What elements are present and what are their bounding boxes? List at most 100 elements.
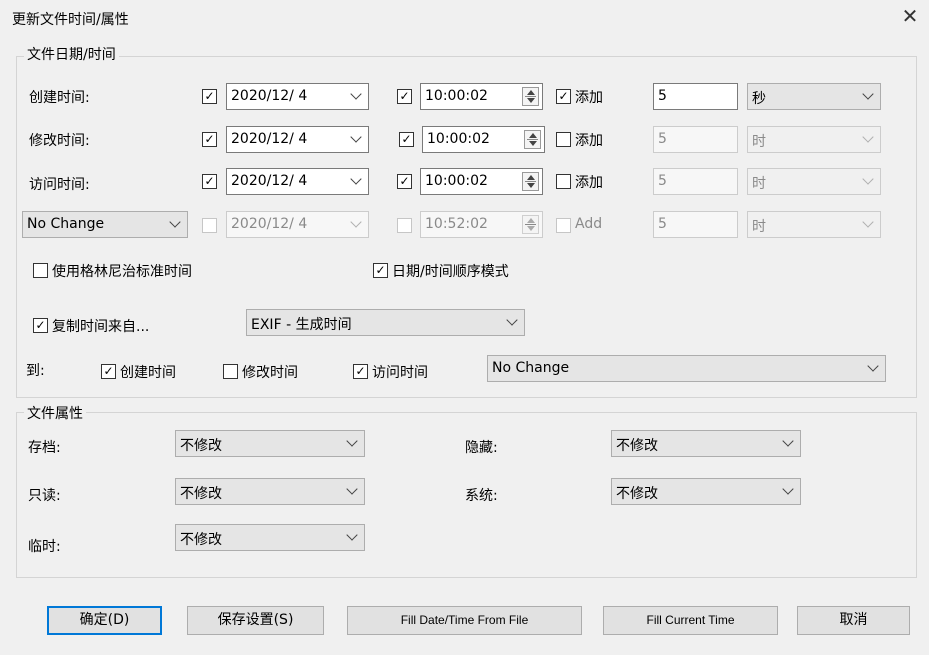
access-amount-value: 5 <box>658 173 667 189</box>
modify-time-label: 修改时间: <box>29 133 90 149</box>
chevron-down-icon <box>346 529 358 541</box>
to-label: 到: <box>26 363 45 379</box>
create-unit-select[interactable]: 秒 <box>747 83 881 110</box>
use-gmt-label: 使用格林尼治标准时间 <box>52 264 192 280</box>
cancel-button[interactable]: 取消 <box>797 606 910 635</box>
create-time-label: 创建时间: <box>29 90 90 106</box>
chevron-down-icon <box>350 216 362 228</box>
chevron-down-icon <box>169 216 181 228</box>
access-date-checkbox[interactable]: ✓ <box>202 174 217 189</box>
to-access-checkbox[interactable]: ✓ <box>353 364 368 379</box>
modify-unit-select[interactable]: 时 <box>747 126 881 153</box>
time-spinner-icon[interactable] <box>522 215 539 234</box>
chevron-down-icon <box>862 216 874 228</box>
save-settings-button[interactable]: 保存设置(S) <box>187 606 324 635</box>
create-unit-value: 秒 <box>752 91 766 107</box>
row4-date-picker[interactable]: 2020/12/ 4 <box>226 211 369 238</box>
access-time-label: 访问时间: <box>29 177 90 193</box>
create-amount-value: 5 <box>658 88 667 104</box>
chevron-down-icon <box>346 435 358 447</box>
modify-time-checkbox[interactable]: ✓ <box>399 132 414 147</box>
chevron-down-icon <box>782 435 794 447</box>
row4-time-checkbox[interactable] <box>397 218 412 233</box>
access-unit-value: 时 <box>752 176 766 192</box>
chevron-down-icon <box>782 483 794 495</box>
use-gmt-checkbox[interactable] <box>33 263 48 278</box>
access-unit-select[interactable]: 时 <box>747 168 881 195</box>
readonly-label: 只读: <box>28 488 61 504</box>
system-select[interactable]: 不修改 <box>611 478 801 505</box>
date-time-group-title: 文件日期/时间 <box>24 44 119 64</box>
archive-value: 不修改 <box>180 438 222 454</box>
access-date-value: 2020/12/ 4 <box>231 173 308 189</box>
access-time-value: 10:00:02 <box>425 173 488 189</box>
fill-from-file-button[interactable]: Fill Date/Time From File <box>347 606 582 635</box>
modify-time-picker[interactable]: 10:00:02 <box>422 126 545 153</box>
time-spinner-icon[interactable] <box>522 172 539 191</box>
access-time-checkbox[interactable]: ✓ <box>397 174 412 189</box>
access-add-label: 添加 <box>575 175 603 191</box>
create-date-picker[interactable]: 2020/12/ 4 <box>226 83 369 110</box>
temporary-select[interactable]: 不修改 <box>175 524 365 551</box>
hidden-value: 不修改 <box>616 438 658 454</box>
create-add-label: 添加 <box>575 90 603 106</box>
modify-add-checkbox[interactable] <box>556 132 571 147</box>
row4-amount-value: 5 <box>658 216 667 232</box>
create-amount-input[interactable]: 5 <box>653 83 738 110</box>
chevron-down-icon <box>346 483 358 495</box>
time-spinner-icon[interactable] <box>524 130 541 149</box>
chevron-down-icon <box>350 88 362 100</box>
row4-unit-select[interactable]: 时 <box>747 211 881 238</box>
sequential-mode-checkbox[interactable]: ✓ <box>373 263 388 278</box>
copy-source-select[interactable]: EXIF - 生成时间 <box>246 309 525 336</box>
create-date-value: 2020/12/ 4 <box>231 88 308 104</box>
to-modify-label: 修改时间 <box>242 365 298 381</box>
to-create-label: 创建时间 <box>120 365 176 381</box>
temporary-value: 不修改 <box>180 532 222 548</box>
hidden-select[interactable]: 不修改 <box>611 430 801 457</box>
modify-date-checkbox[interactable]: ✓ <box>202 132 217 147</box>
row4-unit-value: 时 <box>752 219 766 235</box>
row4-add-checkbox[interactable] <box>556 218 571 233</box>
row4-amount-input[interactable]: 5 <box>653 211 738 238</box>
copy-source-value: EXIF - 生成时间 <box>251 317 352 333</box>
access-time-picker[interactable]: 10:00:02 <box>420 168 543 195</box>
row4-mode-select[interactable]: No Change <box>22 211 188 238</box>
to-modify-checkbox[interactable] <box>223 364 238 379</box>
create-date-checkbox[interactable]: ✓ <box>202 89 217 104</box>
time-spinner-icon[interactable] <box>522 87 539 106</box>
chevron-down-icon <box>867 360 879 372</box>
archive-select[interactable]: 不修改 <box>175 430 365 457</box>
readonly-select[interactable]: 不修改 <box>175 478 365 505</box>
access-add-checkbox[interactable] <box>556 174 571 189</box>
to-mode-select[interactable]: No Change <box>487 355 886 382</box>
chevron-down-icon <box>862 131 874 143</box>
to-mode-value: No Change <box>492 360 570 376</box>
create-time-checkbox[interactable]: ✓ <box>397 89 412 104</box>
chevron-down-icon <box>862 173 874 185</box>
create-add-checkbox[interactable]: ✓ <box>556 89 571 104</box>
chevron-down-icon <box>862 88 874 100</box>
sequential-mode-label: 日期/时间顺序模式 <box>392 264 509 280</box>
row4-date-checkbox[interactable] <box>202 218 217 233</box>
create-time-picker[interactable]: 10:00:02 <box>420 83 543 110</box>
ok-button[interactable]: 确定(D) <box>47 606 162 635</box>
chevron-down-icon <box>350 131 362 143</box>
modify-add-label: 添加 <box>575 133 603 149</box>
modify-amount-input[interactable]: 5 <box>653 126 738 153</box>
archive-label: 存档: <box>28 440 61 456</box>
hidden-label: 隐藏: <box>465 440 498 456</box>
fill-current-time-button[interactable]: Fill Current Time <box>603 606 778 635</box>
access-date-picker[interactable]: 2020/12/ 4 <box>226 168 369 195</box>
system-label: 系统: <box>465 488 498 504</box>
modify-date-picker[interactable]: 2020/12/ 4 <box>226 126 369 153</box>
access-amount-input[interactable]: 5 <box>653 168 738 195</box>
row4-time-picker[interactable]: 10:52:02 <box>420 211 543 238</box>
close-icon[interactable]: ✕ <box>898 4 922 28</box>
attributes-group-title: 文件属性 <box>24 403 86 423</box>
to-create-checkbox[interactable]: ✓ <box>101 364 116 379</box>
copy-from-checkbox[interactable]: ✓ <box>33 318 48 333</box>
modify-unit-value: 时 <box>752 134 766 150</box>
temporary-label: 临时: <box>28 539 61 555</box>
modify-time-value: 10:00:02 <box>427 131 490 147</box>
